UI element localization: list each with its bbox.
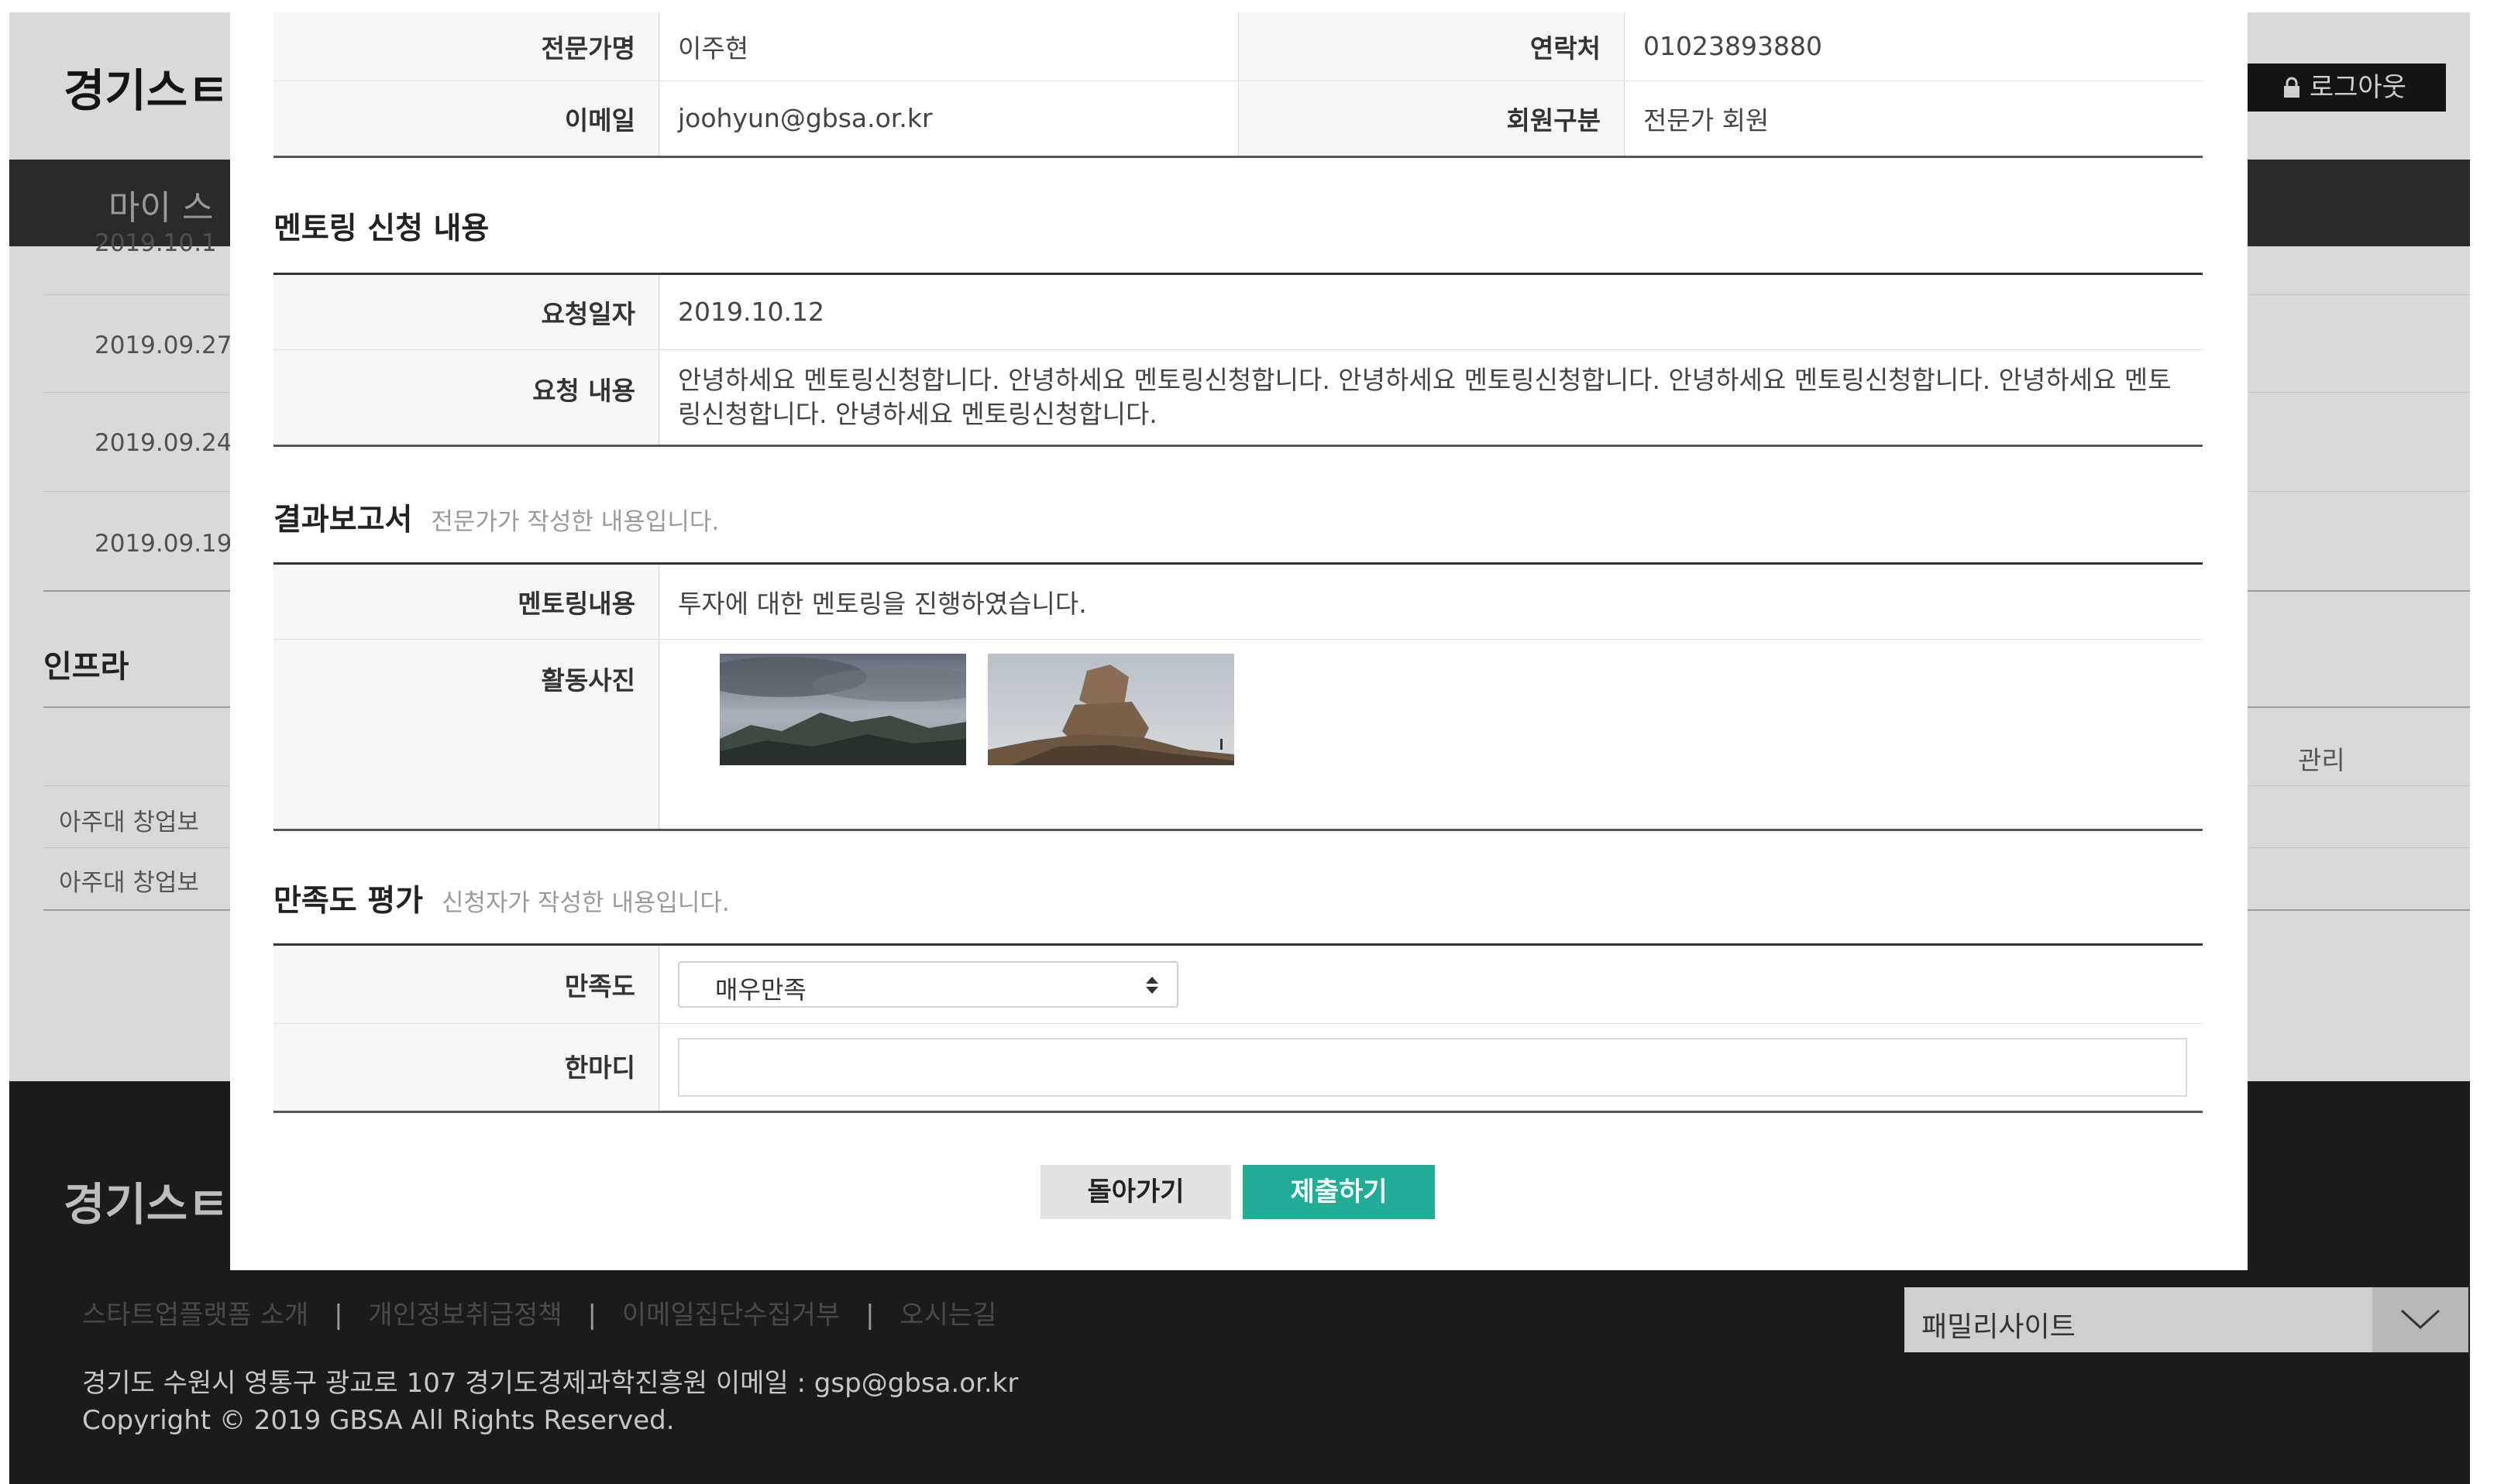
- comment-label: 한마디: [273, 1023, 659, 1113]
- history-date: 2019.09.27: [95, 331, 232, 359]
- history-date: 2019.09.24: [95, 429, 232, 457]
- nav-item-my[interactable]: 마이 스: [108, 180, 213, 229]
- member-type-label: 회원구분: [1238, 81, 1625, 158]
- history-date: 2019.09.19: [95, 530, 232, 558]
- lock-icon: [2282, 72, 2310, 103]
- footer-separator: |: [865, 1300, 875, 1331]
- mentoring-content-label: 멘토링내용: [273, 565, 659, 640]
- back-button[interactable]: 돌아가기: [1041, 1165, 1231, 1219]
- request-content-label: 요청 내용: [273, 349, 659, 447]
- expert-name-label: 전문가명: [273, 12, 659, 81]
- satisfaction-hint: 신청자가 작성한 내용입니다.: [441, 889, 730, 917]
- request-date-value: 2019.10.12: [659, 275, 2203, 350]
- logout-label: 로그아웃: [2309, 72, 2406, 103]
- request-date-label: 요청일자: [273, 275, 659, 350]
- comment-cell: [659, 1023, 2203, 1113]
- select-arrows-icon: [1146, 976, 1158, 994]
- report-hint: 전문가가 작성한 내용입니다.: [431, 508, 720, 536]
- activity-photo-mountain[interactable]: [720, 654, 966, 765]
- request-table: 요청일자 2019.10.12 요청 내용 안녕하세요 멘토링신청합니다. 안녕…: [273, 275, 2203, 447]
- mentoring-detail-modal: 전문가명 이주현 연락처 01023893880 이메일 joohyun@gbs…: [230, 12, 2248, 1270]
- contact-label: 연락처: [1238, 12, 1625, 81]
- footer-link-privacy[interactable]: 개인정보취급정책: [368, 1300, 562, 1331]
- mentoring-content-value: 투자에 대한 멘토링을 진행하였습니다.: [659, 565, 2203, 640]
- family-site-toggle[interactable]: [2372, 1287, 2468, 1352]
- footer-links: 스타트업플랫폼 소개 | 개인정보취급정책 | 이메일집단수집거부 | 오시는길: [82, 1293, 997, 1331]
- family-site-label: 패밀리사이트: [1921, 1311, 2076, 1343]
- member-type-value: 전문가 회원: [1624, 81, 2203, 158]
- email-value: joohyun@gbsa.or.kr: [659, 81, 1239, 158]
- expert-name-value: 이주현: [659, 12, 1239, 81]
- footer-copyright: Copyright © 2019 GBSA All Rights Reserve…: [82, 1405, 675, 1436]
- satisfaction-title: 만족도 평가: [273, 884, 423, 919]
- infra-row[interactable]: 아주대 창업보: [59, 802, 199, 837]
- submit-button[interactable]: 제출하기: [1243, 1165, 1435, 1219]
- contact-value: 01023893880: [1624, 12, 2203, 81]
- report-title: 결과보고서: [273, 503, 413, 538]
- request-section-title: 멘토링 신청 내용: [273, 211, 490, 246]
- comment-input[interactable]: [678, 1037, 2187, 1097]
- footer-logo: 경기스ㅌ: [64, 1178, 229, 1231]
- chevron-down-icon: [2400, 1309, 2440, 1330]
- activity-photos-label: 활동사진: [273, 639, 659, 831]
- footer-separator: |: [334, 1300, 343, 1331]
- footer-address: 경기도 수원시 영통구 광교로 107 경기도경제과학진흥원 이메일 : gsp…: [82, 1368, 1019, 1399]
- satisfaction-section-title: 만족도 평가 신청자가 작성한 내용입니다.: [273, 877, 730, 920]
- logout-button[interactable]: 로그아웃: [2243, 64, 2446, 112]
- satisfaction-select[interactable]: 매우만족: [678, 960, 1178, 1008]
- manage-column-header: 관리: [2298, 745, 2345, 775]
- satisfaction-table: 만족도 매우만족 한마디: [273, 946, 2203, 1113]
- history-date: 2019.10.1: [95, 229, 217, 257]
- infra-section-title: 인프라: [43, 649, 129, 685]
- satisfaction-cell: 매우만족: [659, 946, 2203, 1024]
- footer-separator: |: [587, 1300, 597, 1331]
- report-section-title: 결과보고서 전문가가 작성한 내용입니다.: [273, 496, 719, 539]
- satisfaction-selected-value: 매우만족: [715, 974, 807, 1005]
- site-logo[interactable]: 경기스ㅌ: [64, 54, 229, 119]
- footer-link-intro[interactable]: 스타트업플랫폼 소개: [82, 1300, 308, 1331]
- expert-info-table: 전문가명 이주현 연락처 01023893880 이메일 joohyun@gbs…: [273, 12, 2203, 158]
- request-content-value: 안녕하세요 멘토링신청합니다. 안녕하세요 멘토링신청합니다. 안녕하세요 멘토…: [659, 349, 2203, 447]
- footer-link-directions[interactable]: 오시는길: [899, 1300, 996, 1331]
- footer-link-email-policy[interactable]: 이메일집단수집거부: [622, 1300, 841, 1331]
- activity-photo-rock[interactable]: [988, 654, 1234, 765]
- infra-row[interactable]: 아주대 창업보: [59, 863, 199, 898]
- email-label: 이메일: [273, 81, 659, 158]
- satisfaction-label: 만족도: [273, 946, 659, 1024]
- report-table: 멘토링내용 투자에 대한 멘토링을 진행하였습니다. 활동사진: [273, 565, 2203, 831]
